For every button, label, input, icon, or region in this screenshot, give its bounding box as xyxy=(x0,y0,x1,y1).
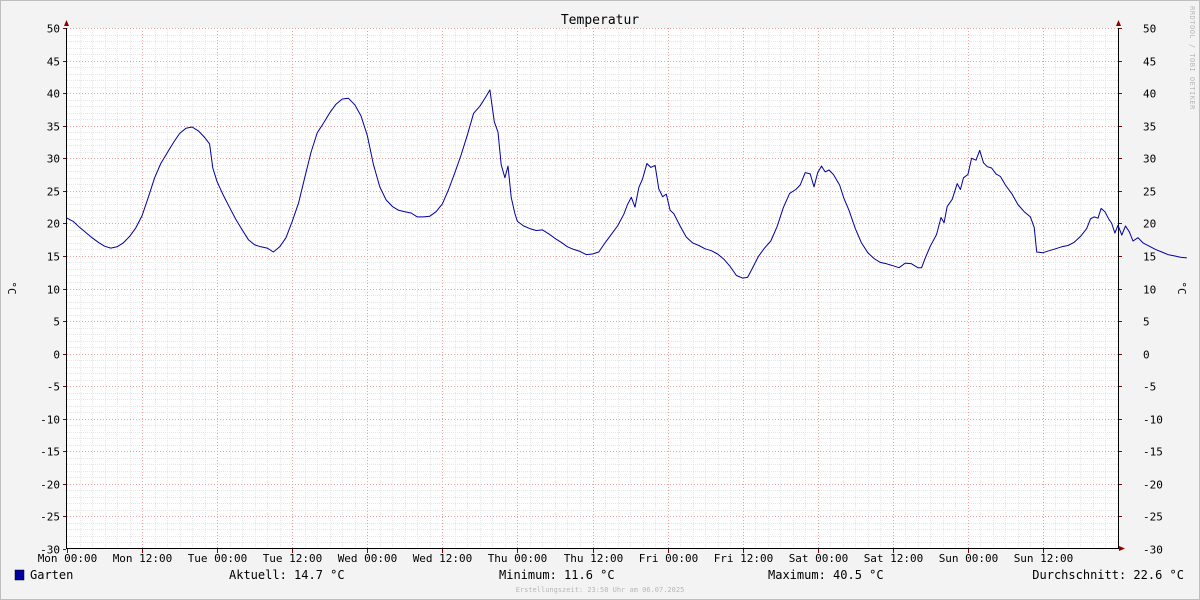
y-tick-label-right: -15 xyxy=(1143,446,1163,459)
y-tick-label-right: -5 xyxy=(1143,381,1156,394)
y-tick-label-left: 30 xyxy=(47,153,60,166)
footer-timestamp: Erstellungszeit: 23:58 Uhr am 06.07.2025 xyxy=(516,586,685,594)
x-tick-label: Sun 12:00 xyxy=(1014,552,1074,565)
legend-series-name: Garten xyxy=(30,568,73,582)
y-tick-label-left: -15 xyxy=(40,446,60,459)
x-tick-label: Sat 00:00 xyxy=(789,552,849,565)
y-tick-label-right: -10 xyxy=(1143,414,1163,427)
x-tick-label: Fri 12:00 xyxy=(714,552,774,565)
y-tick-label-right: 25 xyxy=(1143,186,1156,199)
y-tick-label-right: 35 xyxy=(1143,121,1156,134)
y-tick-label-left: 0 xyxy=(53,349,60,362)
legend-aktuell: Aktuell: 14.7 °C xyxy=(229,568,345,582)
y-tick-label-left: 5 xyxy=(53,316,60,329)
x-tick-label: Thu 12:00 xyxy=(564,552,624,565)
y-tick-label-left: 45 xyxy=(47,56,60,69)
y-tick-label-right: 5 xyxy=(1143,316,1150,329)
y-tick-label-left: 25 xyxy=(47,186,60,199)
x-tick-label: Wed 00:00 xyxy=(338,552,398,565)
y-tick-label-left: 15 xyxy=(47,251,60,264)
y-tick-label-left: 20 xyxy=(47,218,60,231)
y-tick-label-left: 40 xyxy=(47,88,60,101)
y-tick-label-left: 35 xyxy=(47,121,60,134)
y-tick-label-right: 30 xyxy=(1143,153,1156,166)
x-tick-label: Mon 00:00 xyxy=(38,552,98,565)
plot-background xyxy=(67,28,1118,549)
y-tick-label-right: 0 xyxy=(1143,349,1150,362)
y-tick-label-right: -20 xyxy=(1143,479,1163,492)
watermark: RRDTOOL / TOBI OETIKER xyxy=(1188,6,1196,110)
y-tick-label-right: -25 xyxy=(1143,511,1163,524)
y-axis-title-right: °C xyxy=(1175,281,1188,294)
y-tick-label-right: 40 xyxy=(1143,88,1156,101)
y-tick-label-left: 50 xyxy=(47,23,60,36)
x-tick-label: Sat 12:00 xyxy=(864,552,924,565)
y-tick-label-right: 45 xyxy=(1143,56,1156,69)
x-tick-label: Wed 12:00 xyxy=(413,552,473,565)
y-tick-label-right: 15 xyxy=(1143,251,1156,264)
legend-maximum: Maximum: 40.5 °C xyxy=(768,568,884,582)
y-tick-label-right: 50 xyxy=(1143,23,1156,36)
legend-durchschnitt: Durchschnitt: 22.6 °C xyxy=(1032,568,1184,582)
x-tick-label: Thu 00:00 xyxy=(488,552,548,565)
x-tick-label: Tue 00:00 xyxy=(188,552,248,565)
chart-title: Temperatur xyxy=(561,13,639,28)
x-tick-label: Tue 12:00 xyxy=(263,552,323,565)
legend-swatch-garten xyxy=(14,569,25,581)
x-tick-label: Sun 00:00 xyxy=(939,552,999,565)
y-tick-label-left: 10 xyxy=(47,284,60,297)
x-tick-label: Mon 12:00 xyxy=(113,552,173,565)
y-tick-label-left: -5 xyxy=(47,381,60,394)
y-tick-label-right: 10 xyxy=(1143,284,1156,297)
y-axis-title-left: °C xyxy=(5,281,18,294)
y-tick-label-left: -25 xyxy=(40,511,60,524)
temperature-chart: Temperatur RRDTOOL / TOBI OETIKER 504540… xyxy=(0,0,1200,600)
y-tick-label-left: -20 xyxy=(40,479,60,492)
y-tick-label-right: 20 xyxy=(1143,218,1156,231)
y-tick-label-right: -30 xyxy=(1143,544,1163,557)
y-tick-label-left: -10 xyxy=(40,414,60,427)
x-tick-label: Fri 00:00 xyxy=(639,552,699,565)
legend-minimum: Minimum: 11.6 °C xyxy=(499,568,615,582)
